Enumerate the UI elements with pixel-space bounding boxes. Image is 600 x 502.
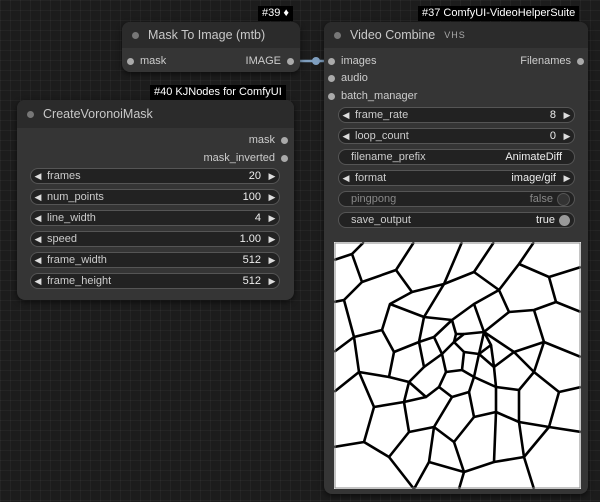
output-label-mask-inverted: mask_inverted <box>203 152 275 164</box>
input-dot-icon[interactable] <box>328 57 335 65</box>
output-label-mask: mask <box>248 134 275 146</box>
decrement-arrow-icon[interactable]: ◀ <box>31 255 45 266</box>
widget-frame-width[interactable]: ◀ frame_width 512 ▶ <box>30 252 280 268</box>
output-dot-icon[interactable] <box>281 154 288 162</box>
widget-value: 512 <box>242 275 261 287</box>
input-label-audio: audio <box>341 72 368 84</box>
input-label-mask: mask <box>140 55 167 67</box>
increment-arrow-icon[interactable]: ▶ <box>265 213 279 224</box>
create-voronoi-mask-node[interactable]: CreateVoronoiMask mask mask_inverted ◀ f… <box>17 100 294 300</box>
toggle-off-icon[interactable] <box>557 192 570 206</box>
voronoi-title: CreateVoronoiMask <box>43 107 153 121</box>
input-slot-mask[interactable]: mask <box>127 53 166 69</box>
widget-label: num_points <box>47 191 104 203</box>
widget-value: false <box>529 193 553 205</box>
decrement-arrow-icon[interactable]: ◀ <box>31 192 45 203</box>
collapse-dot-icon[interactable] <box>132 31 139 39</box>
input-slot-audio[interactable]: audio <box>328 70 368 86</box>
widget-value: 512 <box>242 254 261 266</box>
input-slot-batch-manager[interactable]: batch_manager <box>328 88 417 104</box>
widget-format[interactable]: ◀ format image/gif ▶ <box>338 170 575 186</box>
increment-arrow-icon[interactable]: ▶ <box>560 131 574 142</box>
widget-label: frame_rate <box>355 109 409 121</box>
mask-to-image-title: Mask To Image (mtb) <box>148 28 266 42</box>
output-slot-mask[interactable]: mask <box>249 132 288 148</box>
widget-frames[interactable]: ◀ frames 20 ▶ <box>30 168 280 184</box>
widget-label: frames <box>47 170 81 182</box>
output-dot-icon[interactable] <box>287 57 294 65</box>
widget-label: pingpong <box>351 193 397 205</box>
widget-label: frame_height <box>47 275 112 287</box>
widget-value: 4 <box>254 212 261 224</box>
widget-label: format <box>355 172 387 184</box>
increment-arrow-icon[interactable]: ▶ <box>265 171 279 182</box>
increment-arrow-icon[interactable]: ▶ <box>265 234 279 245</box>
output-slot-image[interactable]: IMAGE <box>246 53 294 69</box>
widget-value: 20 <box>248 170 261 182</box>
output-label-image: IMAGE <box>245 55 281 67</box>
widget-label: save_output <box>351 214 411 226</box>
vhs-badge-icon: VHS <box>444 30 466 40</box>
widget-value: 1.00 <box>239 233 261 245</box>
increment-arrow-icon[interactable]: ▶ <box>265 255 279 266</box>
toggle-on-icon[interactable] <box>559 214 570 226</box>
widget-label: frame_width <box>47 254 107 266</box>
widget-num-points[interactable]: ◀ num_points 100 ▶ <box>30 189 280 205</box>
decrement-arrow-icon[interactable]: ◀ <box>31 213 45 224</box>
decrement-arrow-icon[interactable]: ◀ <box>31 171 45 182</box>
input-dot-icon[interactable] <box>328 92 335 100</box>
widget-filename-prefix[interactable]: filename_prefix AnimateDiff <box>338 149 575 165</box>
widget-value: true <box>536 214 555 226</box>
widget-value: 100 <box>242 191 261 203</box>
decrement-arrow-icon[interactable]: ◀ <box>31 276 45 287</box>
increment-arrow-icon[interactable]: ▶ <box>560 110 574 121</box>
input-slot-images[interactable]: images <box>328 53 376 69</box>
voronoi-preview-image <box>334 242 581 489</box>
widget-save-output[interactable]: save_output true <box>338 212 575 228</box>
decrement-arrow-icon[interactable]: ◀ <box>31 234 45 245</box>
output-dot-icon[interactable] <box>281 136 288 144</box>
input-label-batch-manager: batch_manager <box>341 90 418 102</box>
output-slot-filenames[interactable]: Filenames <box>520 53 584 69</box>
collapse-dot-icon[interactable] <box>27 110 34 118</box>
widget-frame-rate[interactable]: ◀ frame_rate 8 ▶ <box>338 107 575 123</box>
increment-arrow-icon[interactable]: ▶ <box>265 276 279 287</box>
output-slot-mask-inverted[interactable]: mask_inverted <box>203 150 288 166</box>
widget-label: line_width <box>47 212 96 224</box>
widget-loop-count[interactable]: ◀ loop_count 0 ▶ <box>338 128 575 144</box>
widget-line-width[interactable]: ◀ line_width 4 ▶ <box>30 210 280 226</box>
video-combine-node[interactable]: Video Combine VHS images audio batch_man… <box>324 22 588 494</box>
decrement-arrow-icon[interactable]: ◀ <box>339 173 353 184</box>
decrement-arrow-icon[interactable]: ◀ <box>339 131 353 142</box>
widget-label: speed <box>47 233 77 245</box>
widget-pingpong[interactable]: pingpong false <box>338 191 575 207</box>
widget-label: loop_count <box>355 130 409 142</box>
widget-value: AnimateDiff <box>505 151 562 163</box>
mask-to-image-node[interactable]: Mask To Image (mtb) mask IMAGE <box>122 22 300 72</box>
widget-value: 8 <box>549 109 556 121</box>
output-label-filenames: Filenames <box>520 55 571 67</box>
widget-value: image/gif <box>511 172 556 184</box>
input-dot-icon[interactable] <box>127 57 134 65</box>
increment-arrow-icon[interactable]: ▶ <box>265 192 279 203</box>
widget-speed[interactable]: ◀ speed 1.00 ▶ <box>30 231 280 247</box>
video-combine-title-bar[interactable]: Video Combine VHS <box>324 22 588 48</box>
increment-arrow-icon[interactable]: ▶ <box>560 173 574 184</box>
collapse-dot-icon[interactable] <box>334 31 341 39</box>
input-dot-icon[interactable] <box>328 74 335 82</box>
input-label-images: images <box>341 55 377 67</box>
output-dot-icon[interactable] <box>577 57 584 65</box>
widget-value: 0 <box>549 130 556 142</box>
mask-to-image-title-bar[interactable]: Mask To Image (mtb) <box>122 22 300 48</box>
widget-frame-height[interactable]: ◀ frame_height 512 ▶ <box>30 273 280 289</box>
decrement-arrow-icon[interactable]: ◀ <box>339 110 353 121</box>
widget-label: filename_prefix <box>351 151 426 163</box>
voronoi-title-bar[interactable]: CreateVoronoiMask <box>17 100 294 128</box>
video-combine-title: Video Combine <box>350 28 436 42</box>
